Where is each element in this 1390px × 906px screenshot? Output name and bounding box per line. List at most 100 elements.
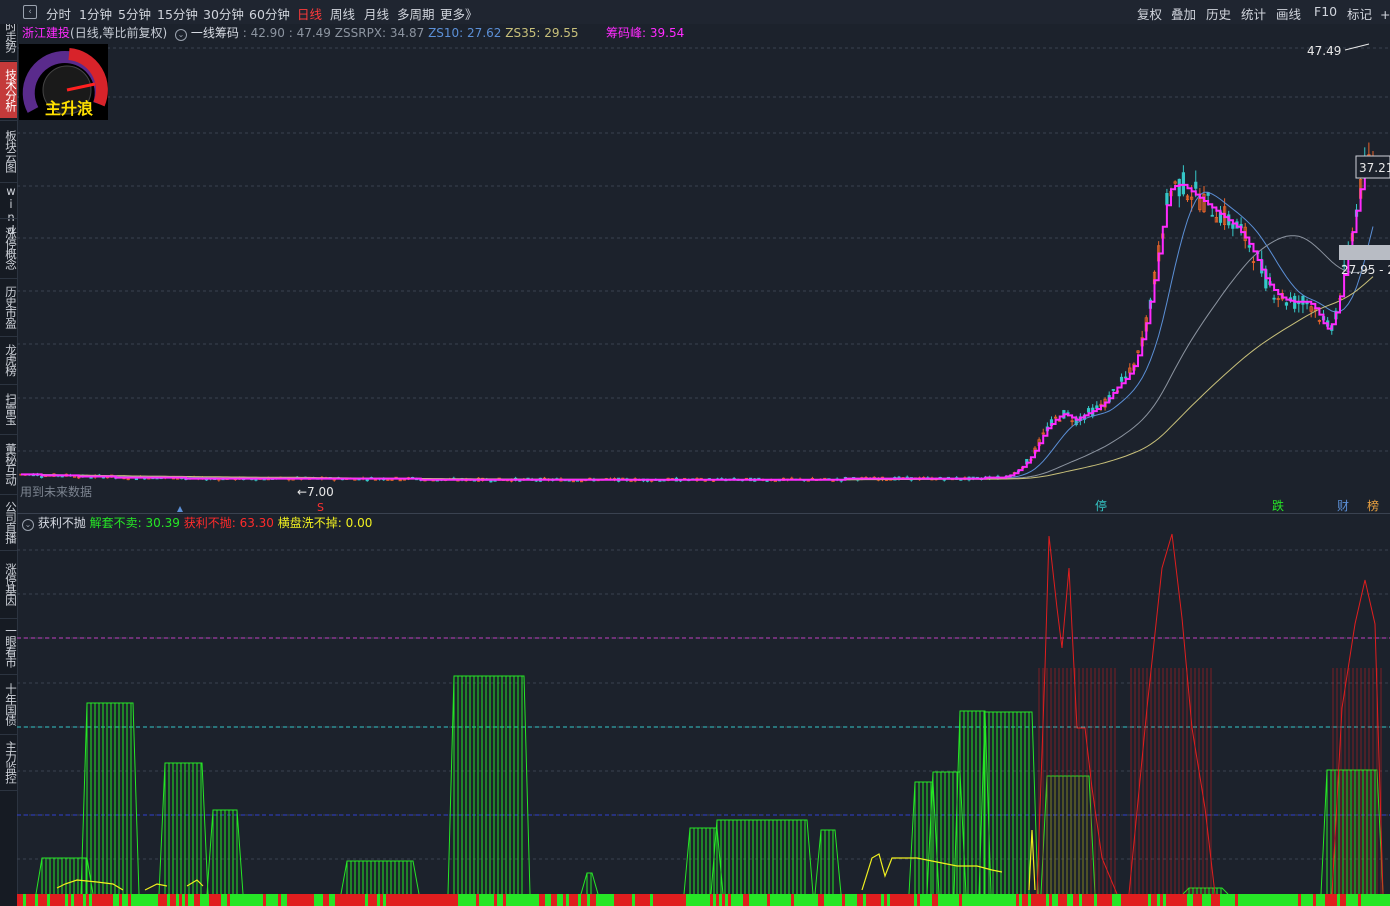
- sidebar-item[interactable]: 扫雷宝: [0, 386, 18, 432]
- cost-label-lower: 27.95 - 2: [1341, 263, 1390, 277]
- signal-cell: [617, 894, 620, 906]
- sidebar-item[interactable]: 涨停基因: [0, 552, 18, 616]
- period-tab[interactable]: 30分钟: [203, 4, 244, 23]
- period-tab[interactable]: 多周期: [397, 4, 435, 23]
- signal-cell: [512, 894, 515, 906]
- signal-cell: [698, 894, 701, 906]
- signal-cell: [1370, 894, 1373, 906]
- signal-cell: [1235, 894, 1238, 906]
- signal-cell: [275, 894, 278, 906]
- period-tab[interactable]: 5分钟: [118, 4, 151, 23]
- toolbar-button[interactable]: 复权: [1137, 4, 1162, 23]
- signal-cell: [44, 894, 47, 906]
- signal-cell: [1124, 894, 1127, 906]
- signal-cell: [728, 894, 731, 906]
- signal-cell: [239, 894, 242, 906]
- period-tab[interactable]: 周线: [330, 4, 355, 23]
- toolbar-button[interactable]: 历史: [1206, 4, 1231, 23]
- toolbar-button[interactable]: 叠加: [1171, 4, 1196, 23]
- signal-cell: [896, 894, 899, 906]
- signal-cell: [470, 894, 473, 906]
- toolbar-button[interactable]: 标记: [1347, 4, 1372, 23]
- signal-cell: [1361, 894, 1364, 906]
- period-tab[interactable]: 15分钟: [157, 4, 198, 23]
- signal-cell: [455, 894, 458, 906]
- signal-cell: [716, 894, 719, 906]
- signal-cell: [47, 894, 50, 906]
- signal-cell: [272, 894, 275, 906]
- signal-cell: [1211, 894, 1214, 906]
- signal-cell: [401, 894, 404, 906]
- back-icon[interactable]: ‹: [23, 5, 37, 19]
- signal-cell: [1166, 894, 1169, 906]
- signal-cell: [1265, 894, 1268, 906]
- signal-cell: [128, 894, 131, 906]
- toolbar-button[interactable]: 画线: [1276, 4, 1301, 23]
- signal-cell: [1298, 894, 1301, 906]
- sidebar-item[interactable]: 主力监控: [0, 736, 18, 788]
- sidebar-item[interactable]: 十年国债: [0, 676, 18, 732]
- signal-cell: [326, 894, 329, 906]
- signal-cell: [350, 894, 353, 906]
- signal-cell: [581, 894, 584, 906]
- sidebar-item[interactable]: 涨停概念: [0, 220, 18, 276]
- signal-cell: [770, 894, 773, 906]
- signal-cell: [686, 894, 689, 906]
- signal-cell: [1175, 894, 1178, 906]
- sidebar-divider: [0, 182, 17, 183]
- signal-cell: [851, 894, 854, 906]
- signal-cell: [863, 894, 866, 906]
- signal-cell: [803, 894, 806, 906]
- signal-cell: [959, 894, 962, 906]
- signal-cell: [551, 894, 554, 906]
- signal-cell: [704, 894, 707, 906]
- period-tab[interactable]: 1分钟: [79, 4, 112, 23]
- price-chart[interactable]: 47.49 ←7.00 用到未来数据 37.21 27.95 - 2 停 跌 财 榜 S: [17, 38, 1390, 513]
- signal-cell: [794, 894, 797, 906]
- signal-cell: [74, 894, 77, 906]
- signal-cell: [1013, 894, 1016, 906]
- signal-cell: [176, 894, 179, 906]
- signal-cell: [620, 894, 623, 906]
- signal-cell: [230, 894, 233, 906]
- sidebar-item[interactable]: 技术分析: [0, 62, 18, 118]
- sidebar-item[interactable]: 董秘互动: [0, 436, 18, 492]
- signal-cell: [494, 894, 497, 906]
- toolbar-button[interactable]: +自: [1380, 4, 1390, 23]
- signal-cell: [965, 894, 968, 906]
- signal-cell: [707, 894, 710, 906]
- profit-hold-chart[interactable]: [17, 528, 1390, 906]
- period-tab[interactable]: 分时: [46, 4, 71, 23]
- signal-cell: [1226, 894, 1229, 906]
- sidebar-item[interactable]: 板块云图: [0, 122, 18, 180]
- sidebar-divider: [0, 734, 17, 735]
- signal-cell: [485, 894, 488, 906]
- sidebar-item[interactable]: 公司直播: [0, 496, 18, 548]
- toolbar-button[interactable]: F10: [1314, 4, 1337, 19]
- signal-cell: [710, 894, 713, 906]
- period-tab[interactable]: 月线: [364, 4, 389, 23]
- sidebar-item[interactable]: 一眼看市: [0, 620, 18, 672]
- signal-cell: [836, 894, 839, 906]
- signal-cell: [1190, 894, 1193, 906]
- sidebar-divider: [0, 120, 17, 121]
- sidebar-item[interactable]: 历史市盈: [0, 280, 18, 334]
- period-tab[interactable]: 更多》: [440, 4, 478, 23]
- signal-cell: [1031, 894, 1034, 906]
- sidebar-item[interactable]: wind: [0, 184, 18, 236]
- signal-cell: [677, 894, 680, 906]
- period-tab[interactable]: 60分钟: [249, 4, 290, 23]
- signal-cell: [764, 894, 767, 906]
- signal-cell: [815, 894, 818, 906]
- signal-cell: [116, 894, 119, 906]
- toolbar-button[interactable]: 统计: [1241, 4, 1266, 23]
- signal-cell: [1133, 894, 1136, 906]
- signal-cell: [509, 894, 512, 906]
- signal-cell: [731, 894, 734, 906]
- signal-cell: [1100, 894, 1103, 906]
- sidebar-item[interactable]: 龙虎榜: [0, 338, 18, 382]
- signal-cell: [1151, 894, 1154, 906]
- signal-cell: [71, 894, 74, 906]
- period-tab[interactable]: 日线: [297, 4, 322, 23]
- signal-cell: [425, 894, 428, 906]
